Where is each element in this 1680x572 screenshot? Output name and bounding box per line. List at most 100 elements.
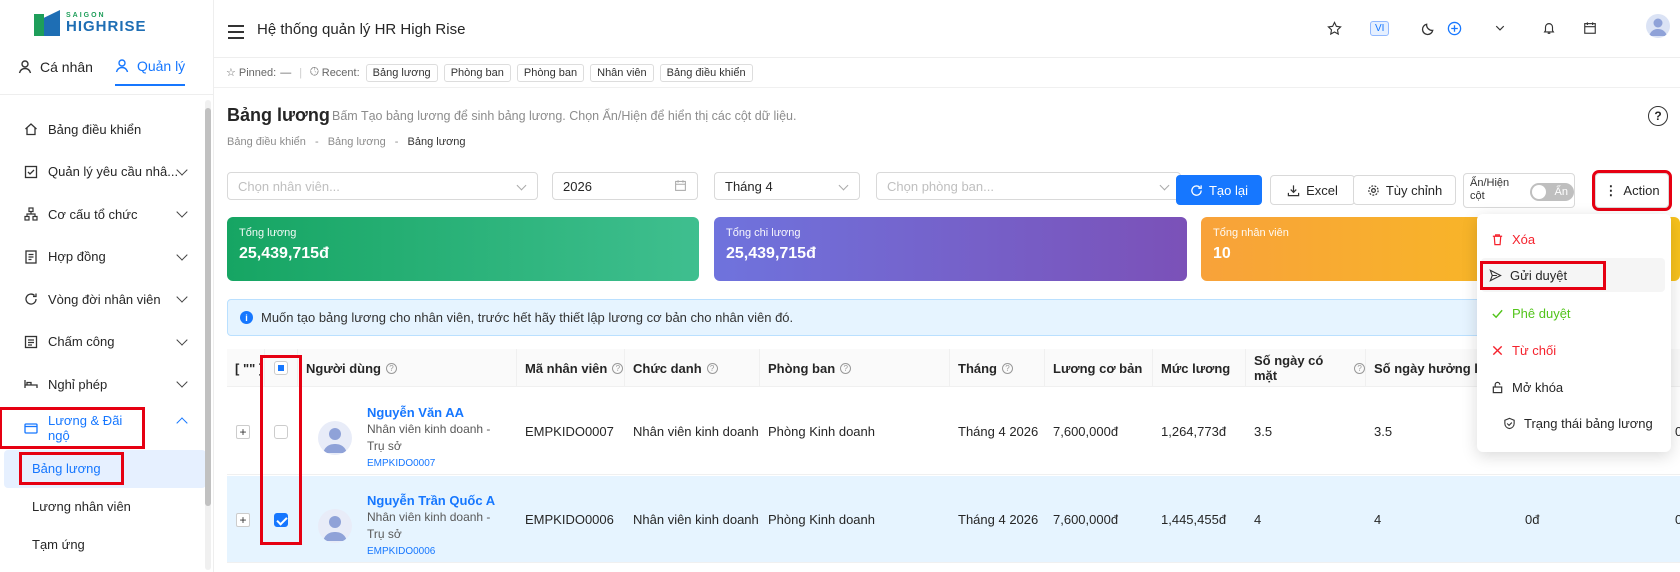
sidebar-item-org[interactable]: Cơ cấu tổ chức: [18, 193, 194, 236]
chevron-down-icon: [1159, 180, 1170, 191]
col-header-salary-level[interactable]: Mức lương: [1153, 349, 1246, 387]
recent-chip[interactable]: Phòng ban: [443, 63, 511, 82]
role-tab-manager[interactable]: Quản lý: [114, 58, 186, 86]
bell-icon[interactable]: [1541, 20, 1557, 36]
sidebar-item-dashboard[interactable]: Bảng điều khiển: [18, 108, 194, 151]
page-title: Bảng lương: [227, 105, 330, 125]
question-icon: ?: [1002, 362, 1013, 374]
sidebar-item-label: Nghỉ phép: [48, 376, 108, 392]
action-payroll-status[interactable]: Trạng thái bảng lương: [1503, 412, 1653, 434]
action-label: Từ chối: [1512, 342, 1557, 358]
breadcrumb-item[interactable]: Bảng điều khiển: [227, 136, 306, 148]
col-header-department[interactable]: Phòng ban?: [760, 349, 950, 387]
recent-chip[interactable]: Bảng lương: [365, 63, 438, 82]
contract-icon: [24, 250, 38, 264]
star-icon[interactable]: [1326, 20, 1342, 36]
col-header-days-present[interactable]: Số ngày có mặt?: [1246, 349, 1366, 387]
stat-label: Tổng lương: [239, 227, 297, 239]
department-select-placeholder: Chọn phòng ban...: [887, 178, 994, 194]
sidebar-item-attendance[interactable]: Chấm công: [18, 321, 194, 364]
role-tab-personal-label: Cá nhân: [40, 59, 93, 75]
add-circle-icon[interactable]: [1446, 20, 1462, 36]
col-header-month[interactable]: Tháng?: [950, 349, 1045, 387]
user-role: Nhân viên kinh doanh -: [367, 422, 491, 436]
cell-days-present: 3.5: [1254, 424, 1273, 439]
language-selector[interactable]: VI: [1370, 21, 1390, 36]
user-name-link[interactable]: Nguyễn Trần Quốc A: [367, 492, 507, 509]
role-tab-personal[interactable]: Cá nhân: [18, 58, 93, 86]
gear-icon: [1368, 184, 1379, 196]
logo[interactable]: SAIGON HIGHRISE: [34, 10, 147, 36]
expand-plus-icon[interactable]: +: [236, 424, 250, 439]
col-header-base-salary[interactable]: Lương cơ bản: [1045, 349, 1153, 387]
help-icon[interactable]: ?: [1648, 106, 1668, 126]
breadcrumb-item[interactable]: Bảng lương: [328, 136, 386, 148]
table-row[interactable]: + Nguyễn Văn AA Nhân viên kinh doanh - T…: [227, 388, 1680, 475]
regenerate-button[interactable]: Tạo lại: [1176, 175, 1262, 205]
menu-hamburger-icon[interactable]: [228, 25, 244, 43]
cell-paid-days: 4: [1374, 512, 1382, 527]
col-header-title[interactable]: Chức danh?: [625, 349, 760, 387]
chevron-up-icon[interactable]: [176, 417, 188, 429]
cell-title: Nhân viên kinh doanh: [633, 424, 759, 439]
toggle-switch[interactable]: Ẩn: [1530, 183, 1574, 201]
app-title: Hệ thống quản lý HR High Rise: [257, 21, 466, 38]
col-header-employee-code[interactable]: Mã nhân viên?: [517, 349, 625, 387]
pin-icon: ☆: [226, 67, 236, 79]
cell-salary-level: 1,264,773đ: [1161, 424, 1227, 439]
select-all-checkbox[interactable]: [274, 361, 288, 375]
question-icon: ?: [612, 362, 624, 374]
moon-icon[interactable]: [1420, 20, 1436, 36]
stat-card-total-salary: Tổng lương 25,439,715đ: [227, 217, 699, 281]
chevron-down-icon[interactable]: [1492, 20, 1508, 36]
table-row[interactable]: + Nguyễn Trần Quốc A Nhân viên kinh doan…: [227, 476, 1680, 563]
action-delete[interactable]: Xóa: [1491, 228, 1535, 250]
recent-chip[interactable]: Nhân viên: [590, 63, 654, 82]
year-picker[interactable]: 2026: [552, 172, 698, 200]
info-alert: i Muốn tạo bảng lương cho nhân viên, trư…: [227, 299, 1657, 336]
sidebar-item-lifecycle[interactable]: Vòng đời nhân viên: [18, 278, 194, 321]
action-unlock[interactable]: Mở khóa: [1491, 376, 1563, 398]
recent-chip[interactable]: Bảng điều khiển: [659, 63, 753, 82]
sidebar-item-requests[interactable]: Quản lý yêu cầu nhâ...: [18, 151, 194, 194]
clock-icon: 🕓︎: [310, 66, 319, 78]
toggle-label: Ẩn/Hiện cột: [1470, 177, 1510, 202]
chevron-down-icon: [176, 291, 188, 303]
action-button[interactable]: ⋮ Action: [1592, 170, 1672, 211]
sidebar-subitem-employee-salary[interactable]: Lương nhân viên: [4, 488, 206, 526]
user-name-link[interactable]: Nguyễn Văn AA: [367, 404, 507, 421]
action-reject[interactable]: Từ chối: [1491, 339, 1556, 361]
download-icon: [1287, 184, 1300, 196]
stat-value: 25,439,715đ: [239, 245, 329, 262]
employee-select[interactable]: Chọn nhân viên...: [227, 172, 538, 200]
department-select[interactable]: Chọn phòng ban...: [876, 172, 1181, 200]
cell-extra: 0đ: [1525, 512, 1540, 527]
recent-chip[interactable]: Phòng ban: [516, 63, 585, 82]
action-label: Phê duyệt: [1512, 305, 1571, 321]
sidebar-item-compensation[interactable]: Lương & Đãi ngộ: [0, 406, 145, 449]
action-label: Mở khóa: [1512, 379, 1564, 395]
check-icon: [1492, 309, 1503, 318]
sidebar-item-label: Lương & Đãi ngộ: [48, 412, 123, 443]
month-select[interactable]: Tháng 4: [714, 172, 860, 200]
sidebar-subitem-advance[interactable]: Tạm ứng: [4, 526, 206, 564]
expand-plus-icon[interactable]: +: [236, 512, 250, 527]
action-approve[interactable]: Phê duyệt: [1491, 302, 1571, 324]
customize-button[interactable]: Tùy chỉnh: [1353, 175, 1456, 205]
sidebar-item-contract[interactable]: Hợp đồng: [18, 236, 194, 279]
excel-button[interactable]: Excel: [1270, 175, 1355, 205]
sidebar-item-leave[interactable]: Nghỉ phép: [18, 363, 194, 406]
calendar-icon[interactable]: [1582, 20, 1598, 36]
row-checkbox[interactable]: [274, 512, 288, 527]
action-submit-approval[interactable]: Gửi duyệt: [1479, 258, 1665, 292]
sidebar-scroll-thumb[interactable]: [205, 108, 211, 506]
row-select-cell: [265, 476, 297, 563]
col-header-paid-days[interactable]: Số ngày hưởng lươ: [1366, 349, 1486, 387]
col-header-user[interactable]: Người dùng?: [297, 349, 517, 387]
employee-select-placeholder: Chọn nhân viên...: [238, 178, 340, 194]
cell-base-salary: 7,600,000đ: [1053, 512, 1119, 527]
user-info: Nguyễn Trần Quốc A Nhân viên kinh doanh …: [367, 492, 507, 560]
row-checkbox[interactable]: [274, 424, 288, 439]
sidebar-subitem-payroll[interactable]: Bảng lương: [4, 449, 206, 488]
user-avatar[interactable]: [1646, 14, 1670, 38]
